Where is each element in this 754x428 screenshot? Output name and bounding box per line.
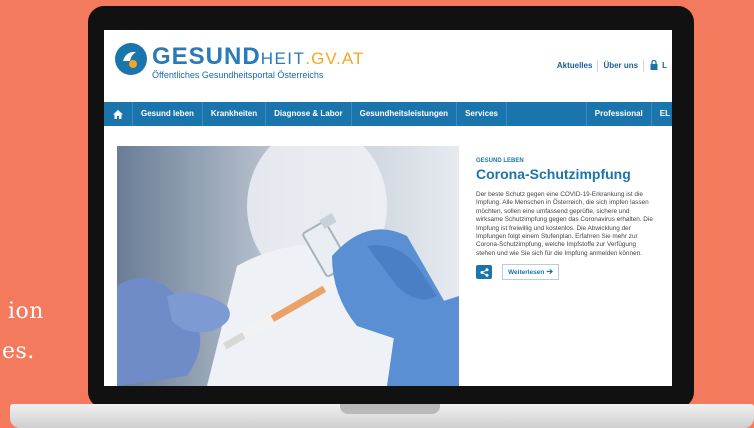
nav-item-el[interactable]: EL xyxy=(652,102,672,126)
arrow-right-icon: ➔ xyxy=(546,267,554,277)
article-teaser: GESUND LEBEN Corona-Schutzimpfung Der be… xyxy=(476,158,656,281)
nav-home[interactable] xyxy=(104,102,133,126)
nav-item-professional[interactable]: Professional xyxy=(585,102,652,126)
laptop-notch xyxy=(340,404,440,414)
nav-item-gesund-leben[interactable]: Gesund leben xyxy=(133,102,203,126)
article-kicker[interactable]: GESUND LEBEN xyxy=(476,158,656,164)
top-links: Aktuelles Über uns L xyxy=(552,59,672,72)
read-more-label: Weiterlesen xyxy=(508,268,545,276)
nav-item-diagnose-labor[interactable]: Diagnose & Labor xyxy=(266,102,352,126)
logo-brand-main: GESUND xyxy=(152,43,261,70)
lock-icon[interactable] xyxy=(644,59,660,72)
logo-icon[interactable] xyxy=(114,42,148,76)
background-text-line1: ion xyxy=(8,299,44,324)
background-text-line2: es. xyxy=(2,339,35,364)
home-icon xyxy=(113,109,123,119)
nav-item-services[interactable]: Services xyxy=(457,102,507,126)
article-body: Der beste Schutz gegen eine COVID-19-Erk… xyxy=(476,191,653,257)
share-button[interactable] xyxy=(476,265,492,280)
read-more-button[interactable]: Weiterlesen ➔ xyxy=(502,264,560,281)
article-actions: Weiterlesen ➔ xyxy=(476,264,656,281)
top-link-aktuelles[interactable]: Aktuelles xyxy=(552,60,599,72)
share-icon xyxy=(480,268,488,277)
main-nav: Gesund leben Krankheiten Diagnose & Labo… xyxy=(104,102,672,126)
article-title[interactable]: Corona-Schutzimpfung xyxy=(476,166,656,182)
nav-item-krankheiten[interactable]: Krankheiten xyxy=(203,102,267,126)
background-text: ion es. xyxy=(0,292,44,372)
nav-item-gesundheitsleistungen[interactable]: Gesundheitsleistungen xyxy=(352,102,458,126)
logo-subtitle: Öffentliches Gesundheitsportal Österreic… xyxy=(152,70,324,80)
site-header: GESUNDHEIT.GV.AT Öffentliches Gesundheit… xyxy=(104,30,672,100)
top-link-ueber-uns[interactable]: Über uns xyxy=(598,60,645,72)
vaccination-photo[interactable] xyxy=(117,146,459,386)
laptop-screen: GESUNDHEIT.GV.AT Öffentliches Gesundheit… xyxy=(104,30,672,386)
logo-brand-tld: .GV.AT xyxy=(305,49,365,68)
logo-wordmark[interactable]: GESUNDHEIT.GV.AT xyxy=(152,43,364,71)
logo-brand-heit: HEIT xyxy=(260,49,306,68)
top-link-login[interactable]: L xyxy=(660,60,672,72)
